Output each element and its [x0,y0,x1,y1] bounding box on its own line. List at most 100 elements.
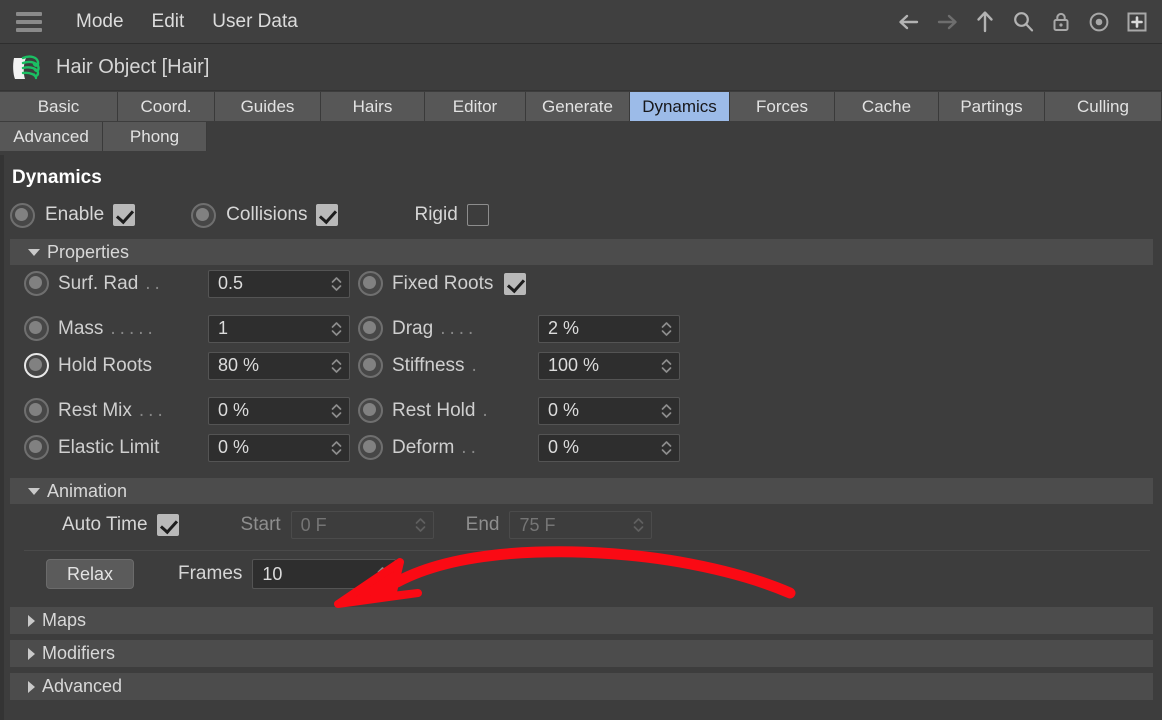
label-hold-roots: Hold Roots [58,354,152,376]
search-icon[interactable] [1006,5,1040,39]
section-header-properties[interactable]: Properties [10,239,1153,265]
stiffness-field-value: 100 % [548,355,600,375]
up-arrow-icon[interactable] [968,5,1002,39]
track-toggle-deform[interactable] [358,435,383,460]
section-header-properties-label: Properties [47,241,130,262]
surf-rad-field[interactable]: 0.5 [208,269,350,298]
tab-row-secondary: Advanced Phong [0,122,1162,151]
section-header-maps[interactable]: Maps [10,607,1153,634]
tab-coord[interactable]: Coord. [118,92,215,121]
checkbox-auto-time[interactable] [156,514,179,536]
tab-culling[interactable]: Culling [1045,92,1162,121]
label-collisions: Collisions [226,204,308,225]
hamburger-icon[interactable] [16,11,42,32]
checkbox-enable[interactable] [113,204,136,226]
deform-field[interactable]: 0 % [538,433,680,462]
tab-basic[interactable]: Basic [0,92,118,121]
hold-roots-field[interactable]: 80 % [208,351,350,380]
tab-advanced[interactable]: Advanced [0,122,103,151]
tab-guides[interactable]: Guides [215,92,321,121]
tab-cache[interactable]: Cache [835,92,939,121]
start-field[interactable]: 0 F [290,511,434,539]
menu-bar-tools [892,5,1162,39]
menu-item-user-data[interactable]: User Data [198,9,312,35]
frames-field[interactable]: 10 [252,559,397,589]
mass-field-value: 1 [218,318,229,338]
deform-field-value: 0 % [548,437,580,457]
label-elastic-limit: Elastic Limit [58,436,160,458]
hold-roots-field-value: 80 % [218,355,260,375]
add-box-icon[interactable] [1120,5,1154,39]
stepper-icon[interactable] [330,356,343,376]
track-toggle-mass[interactable] [24,316,49,341]
tab-editor[interactable]: Editor [425,92,526,121]
track-toggle-hold-roots[interactable] [24,353,49,378]
stepper-icon[interactable] [330,401,343,421]
tab-generate[interactable]: Generate [526,92,630,121]
label-frames: Frames [178,563,243,584]
stepper-icon[interactable] [330,274,343,294]
track-toggle-rest-mix[interactable] [24,398,49,423]
property-row: Surf. Rad.. 0.5 Fixed Roots [0,265,1162,302]
checkbox-collisions[interactable] [316,204,339,226]
frames-field-value: 10 [262,563,283,584]
section-header-modifiers[interactable]: Modifiers [10,640,1153,667]
section-header-animation[interactable]: Animation [10,478,1153,504]
back-arrow-icon[interactable] [892,5,926,39]
mass-field[interactable]: 1 [208,314,350,343]
record-icon[interactable] [1082,5,1116,39]
tab-forces[interactable]: Forces [730,92,835,121]
tab-partings[interactable]: Partings [939,92,1045,121]
track-toggle-fixed-roots[interactable] [358,271,383,296]
section-header-advanced[interactable]: Advanced [10,673,1153,700]
track-toggle-rest-hold[interactable] [358,398,383,423]
label-deform: Deform.. [392,436,480,458]
label-auto-time: Auto Time [62,514,148,535]
stepper-icon[interactable] [376,564,389,584]
track-toggle-enable[interactable] [10,202,35,228]
relax-button[interactable]: Relax [46,559,134,589]
checkbox-fixed-roots[interactable] [504,272,527,295]
stiffness-field[interactable]: 100 % [538,351,680,380]
checkbox-rigid[interactable] [466,204,489,226]
lock-icon[interactable] [1044,5,1078,39]
rest-mix-field[interactable]: 0 % [208,396,350,425]
property-row: Rest Mix... 0 % Rest Hold. 0 % [0,392,1162,429]
label-end: End [465,514,500,535]
tab-row-primary: Basic Coord. Guides Hairs Editor Generate Dyna… [0,92,1162,121]
stepper-icon[interactable] [330,319,343,339]
object-title-bar: Hair Object [Hair] [0,45,1162,91]
menu-bar: Mode Edit User Data [0,0,1162,44]
drag-field[interactable]: 2 % [538,314,680,343]
stepper-icon[interactable] [660,401,673,421]
stepper-icon[interactable] [632,515,645,535]
stepper-icon[interactable] [660,356,673,376]
menu-item-mode[interactable]: Mode [62,9,138,35]
menu-item-edit[interactable]: Edit [138,9,199,35]
track-toggle-collisions[interactable] [191,202,217,228]
track-toggle-stiffness[interactable] [358,353,383,378]
track-toggle-drag[interactable] [358,316,383,341]
chevron-right-icon [28,680,35,693]
tab-hairs[interactable]: Hairs [321,92,425,121]
label-rest-hold: Rest Hold. [392,399,492,421]
track-toggle-surf-rad[interactable] [24,271,49,296]
forward-arrow-icon[interactable] [930,5,964,39]
rest-hold-field[interactable]: 0 % [538,396,680,425]
label-rest-mix: Rest Mix... [58,399,167,421]
end-field-value: 75 F [519,514,556,535]
stepper-icon[interactable] [414,515,427,535]
tab-phong[interactable]: Phong [103,122,207,151]
track-toggle-elastic-limit[interactable] [24,435,49,460]
object-title-label: Hair Object [Hair] [56,56,210,78]
tab-bar: Basic Coord. Guides Hairs Editor Generate Dyna… [0,92,1162,151]
chevron-right-icon [28,614,35,627]
end-field[interactable]: 75 F [509,511,653,539]
stepper-icon[interactable] [660,319,673,339]
elastic-limit-field[interactable]: 0 % [208,433,350,462]
label-start: Start [240,514,281,535]
stepper-icon[interactable] [330,438,343,458]
tab-dynamics[interactable]: Dynamics [630,92,730,121]
stepper-icon[interactable] [660,438,673,458]
surf-rad-field-value: 0.5 [218,273,244,293]
